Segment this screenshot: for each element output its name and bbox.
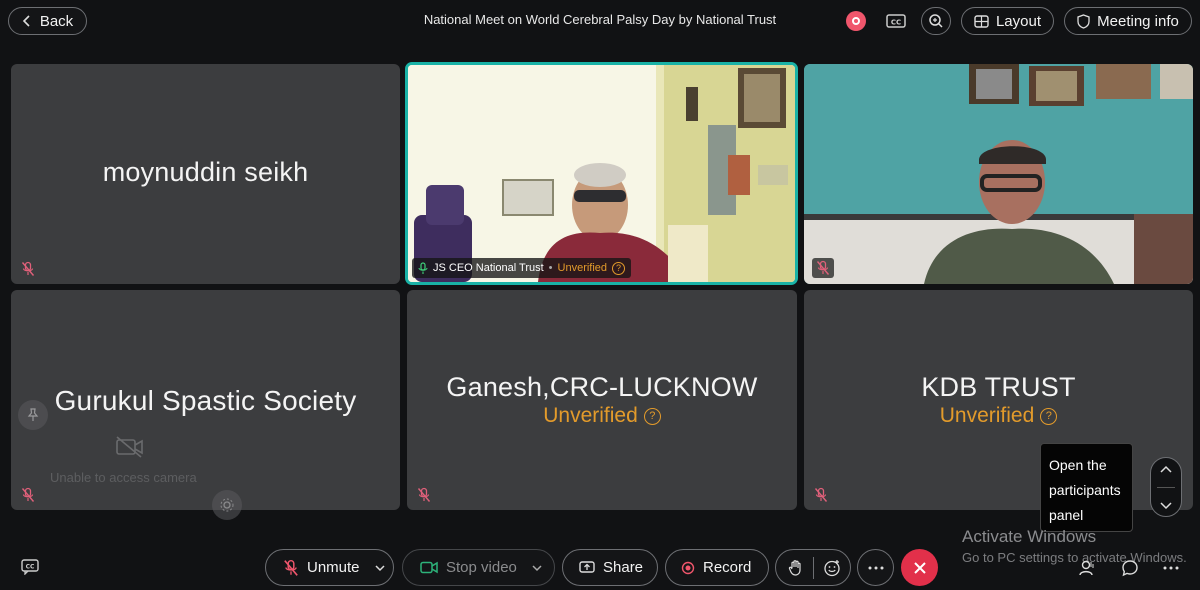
participant-name: KDB TRUST [921,372,1076,402]
tile-scroller [1150,457,1182,517]
divider [813,556,814,579]
camera-unavailable-message: Unable to access camera [50,470,197,485]
chevron-down-icon[interactable] [1159,501,1173,510]
mic-muted-icon [812,258,834,278]
more-panels-button[interactable] [1158,555,1184,581]
top-bar: Back National Meet on World Cerebral Pal… [0,0,1200,44]
meeting-title: National Meet on World Cerebral Palsy Da… [423,12,777,27]
chat-bubble-icon [1122,560,1138,577]
camera-settings-icon[interactable] [212,490,242,520]
more-options-button[interactable] [857,549,894,586]
unmute-button[interactable]: Unmute [265,549,394,586]
participant-video-feed [408,65,795,282]
recording-indicator-icon [846,11,866,31]
chevron-down-icon[interactable] [374,564,386,572]
participants-icon [1079,560,1094,576]
participant-name: Ganesh,CRC-LUCKNOW [446,372,758,402]
record-icon [681,561,695,574]
video-camera-icon [420,561,438,574]
back-label: Back [39,12,74,30]
participants-button[interactable] [1074,555,1100,581]
record-label: Record [703,559,752,576]
back-button[interactable]: Back [8,7,87,35]
meeting-info-label: Meeting info [1097,12,1179,30]
svg-text:CC: CC [891,19,901,27]
layout-label: Layout [995,12,1042,30]
participant-video-feed [804,64,1193,284]
unverified-label: Unverified [557,262,608,274]
captions-icon[interactable]: CC [20,558,40,576]
mic-muted-icon [415,486,433,504]
mic-muted-icon [19,486,37,504]
help-icon[interactable]: ? [612,261,626,275]
emoji-reaction-icon[interactable] [823,559,841,577]
participant-tile[interactable]: moynuddin seikh [11,64,400,284]
activate-windows-title: Activate Windows [962,527,1097,546]
closed-captions-icon[interactable]: CC [884,10,908,32]
help-icon[interactable]: ? [1040,407,1058,425]
mic-muted-icon [812,486,830,504]
share-button[interactable]: Share [562,549,658,586]
zoom-button[interactable] [921,7,951,35]
participant-name: JS CEO National Trust [433,262,544,274]
unverified-label: Unverified [543,404,638,427]
participant-tile[interactable]: Ganesh,CRC-LUCKNOW Unverified ? [407,290,797,510]
mic-muted-icon [19,260,37,278]
chevron-down-icon[interactable] [531,564,543,572]
close-icon [913,561,926,574]
shield-icon [1077,13,1090,29]
stop-video-button[interactable]: Stop video [402,549,555,586]
unmute-label: Unmute [307,559,360,576]
stop-video-label: Stop video [446,559,517,576]
participant-tile[interactable]: KDB TRUST Unverified ? [804,290,1193,510]
record-button[interactable]: Record [665,549,769,586]
unverified-label: Unverified [939,404,1035,427]
pin-icon[interactable] [18,400,48,430]
share-label: Share [603,559,644,576]
chevron-left-icon [22,15,30,27]
unverified-status: Unverified ? [804,404,1193,428]
more-horizontal-icon [1163,566,1179,570]
svg-text:CC: CC [26,564,35,571]
participants-panel-tooltip: Open the participants panel [1040,443,1133,532]
help-icon[interactable]: ? [643,407,661,425]
participant-video-tile[interactable]: JS CEO National Trust • Unverified ? [405,62,798,285]
participant-video-tile[interactable] [804,64,1193,284]
layout-grid-icon [974,14,989,28]
participant-name: moynuddin seikh [102,157,309,187]
mic-muted-icon [284,559,298,576]
participant-name: Gurukul Spastic Society [54,385,357,416]
participant-name-tag: JS CEO National Trust • Unverified ? [412,258,632,278]
mic-on-icon [418,261,428,274]
chat-button[interactable] [1117,555,1143,581]
layout-button[interactable]: Layout [961,7,1054,35]
raise-hand-icon[interactable] [788,559,804,577]
magnifier-icon [929,14,943,28]
chevron-up-icon[interactable] [1159,465,1173,474]
share-screen-icon [579,560,595,573]
meeting-info-button[interactable]: Meeting info [1064,7,1192,35]
reactions-group [775,549,851,586]
leave-meeting-button[interactable] [901,549,938,586]
unverified-status: Unverified ? [407,404,797,428]
camera-off-icon [115,435,145,459]
more-horizontal-icon [868,566,883,569]
